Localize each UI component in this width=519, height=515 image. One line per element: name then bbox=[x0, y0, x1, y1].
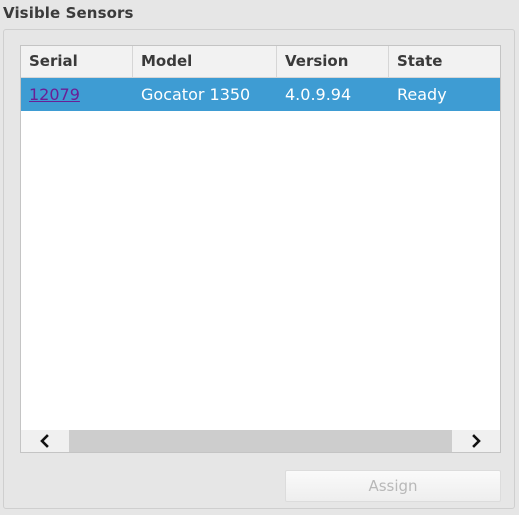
cell-serial: 12079 bbox=[21, 78, 133, 111]
serial-link[interactable]: 12079 bbox=[29, 85, 80, 104]
assign-button[interactable]: Assign bbox=[285, 470, 501, 502]
table-row[interactable]: 12079 Gocator 1350 4.0.9.94 Ready bbox=[21, 78, 500, 111]
column-header-state[interactable]: State bbox=[389, 46, 500, 77]
scroll-right-button[interactable] bbox=[452, 430, 500, 452]
column-header-version[interactable]: Version bbox=[277, 46, 389, 77]
cell-model: Gocator 1350 bbox=[141, 85, 251, 104]
chevron-right-icon bbox=[472, 434, 481, 448]
horizontal-scrollbar[interactable] bbox=[21, 430, 500, 452]
cell-version: 4.0.9.94 bbox=[285, 85, 352, 104]
scroll-left-button[interactable] bbox=[21, 430, 69, 452]
sensors-table: Serial Model Version State 12079 Gocator… bbox=[20, 45, 501, 453]
cell-state: Ready bbox=[397, 85, 447, 104]
column-header-serial[interactable]: Serial bbox=[21, 46, 133, 77]
table-header: Serial Model Version State bbox=[21, 46, 500, 78]
column-header-model[interactable]: Model bbox=[133, 46, 277, 77]
scrollbar-thumb[interactable] bbox=[69, 430, 452, 452]
panel-title: Visible Sensors bbox=[3, 4, 134, 22]
chevron-left-icon bbox=[40, 434, 49, 448]
